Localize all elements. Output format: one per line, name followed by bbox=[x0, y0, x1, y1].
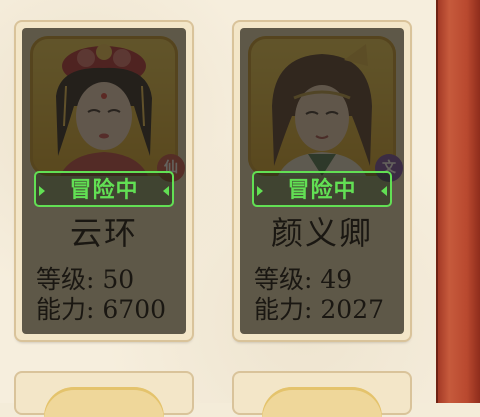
adventuring-status-badge: 冒险中 bbox=[34, 171, 174, 207]
hero-name: 云环 bbox=[69, 214, 138, 252]
hero-card-yunhuan[interactable]: 仙 冒险中 云环 等级: 50 能力: 6700 bbox=[16, 22, 192, 340]
hero-card-body: 文 冒险中 颜义卿 等级: 49 能力: 2027 bbox=[240, 28, 404, 334]
badge-right-arrow-icon bbox=[163, 186, 169, 196]
hero-card-next-row-2[interactable] bbox=[234, 373, 410, 417]
portrait-frame-top bbox=[262, 387, 382, 417]
adventuring-status-label: 冒险中 bbox=[287, 178, 357, 203]
hero-name: 颜义卿 bbox=[270, 214, 373, 252]
portrait-frame-top bbox=[44, 387, 164, 417]
hero-power: 能力: 6700 bbox=[36, 290, 166, 326]
adventuring-status-badge: 冒险中 bbox=[252, 171, 392, 207]
hero-card-next-row-1[interactable] bbox=[16, 373, 192, 417]
power-label: 能力: bbox=[36, 295, 95, 324]
hero-card-body: 仙 冒险中 云环 等级: 50 能力: 6700 bbox=[22, 28, 186, 334]
side-frame-border bbox=[436, 0, 480, 403]
hero-card-yanyiqing[interactable]: 文 冒险中 颜义卿 等级: 49 能力: 2027 bbox=[234, 22, 410, 340]
badge-left-arrow-icon bbox=[257, 186, 263, 196]
hero-power: 能力: 2027 bbox=[254, 290, 384, 326]
badge-left-arrow-icon bbox=[39, 186, 45, 196]
badge-right-arrow-icon bbox=[381, 186, 387, 196]
power-value: 6700 bbox=[102, 295, 167, 324]
power-value: 2027 bbox=[320, 295, 385, 324]
power-label: 能力: bbox=[254, 295, 313, 324]
adventuring-status-label: 冒险中 bbox=[69, 178, 139, 203]
